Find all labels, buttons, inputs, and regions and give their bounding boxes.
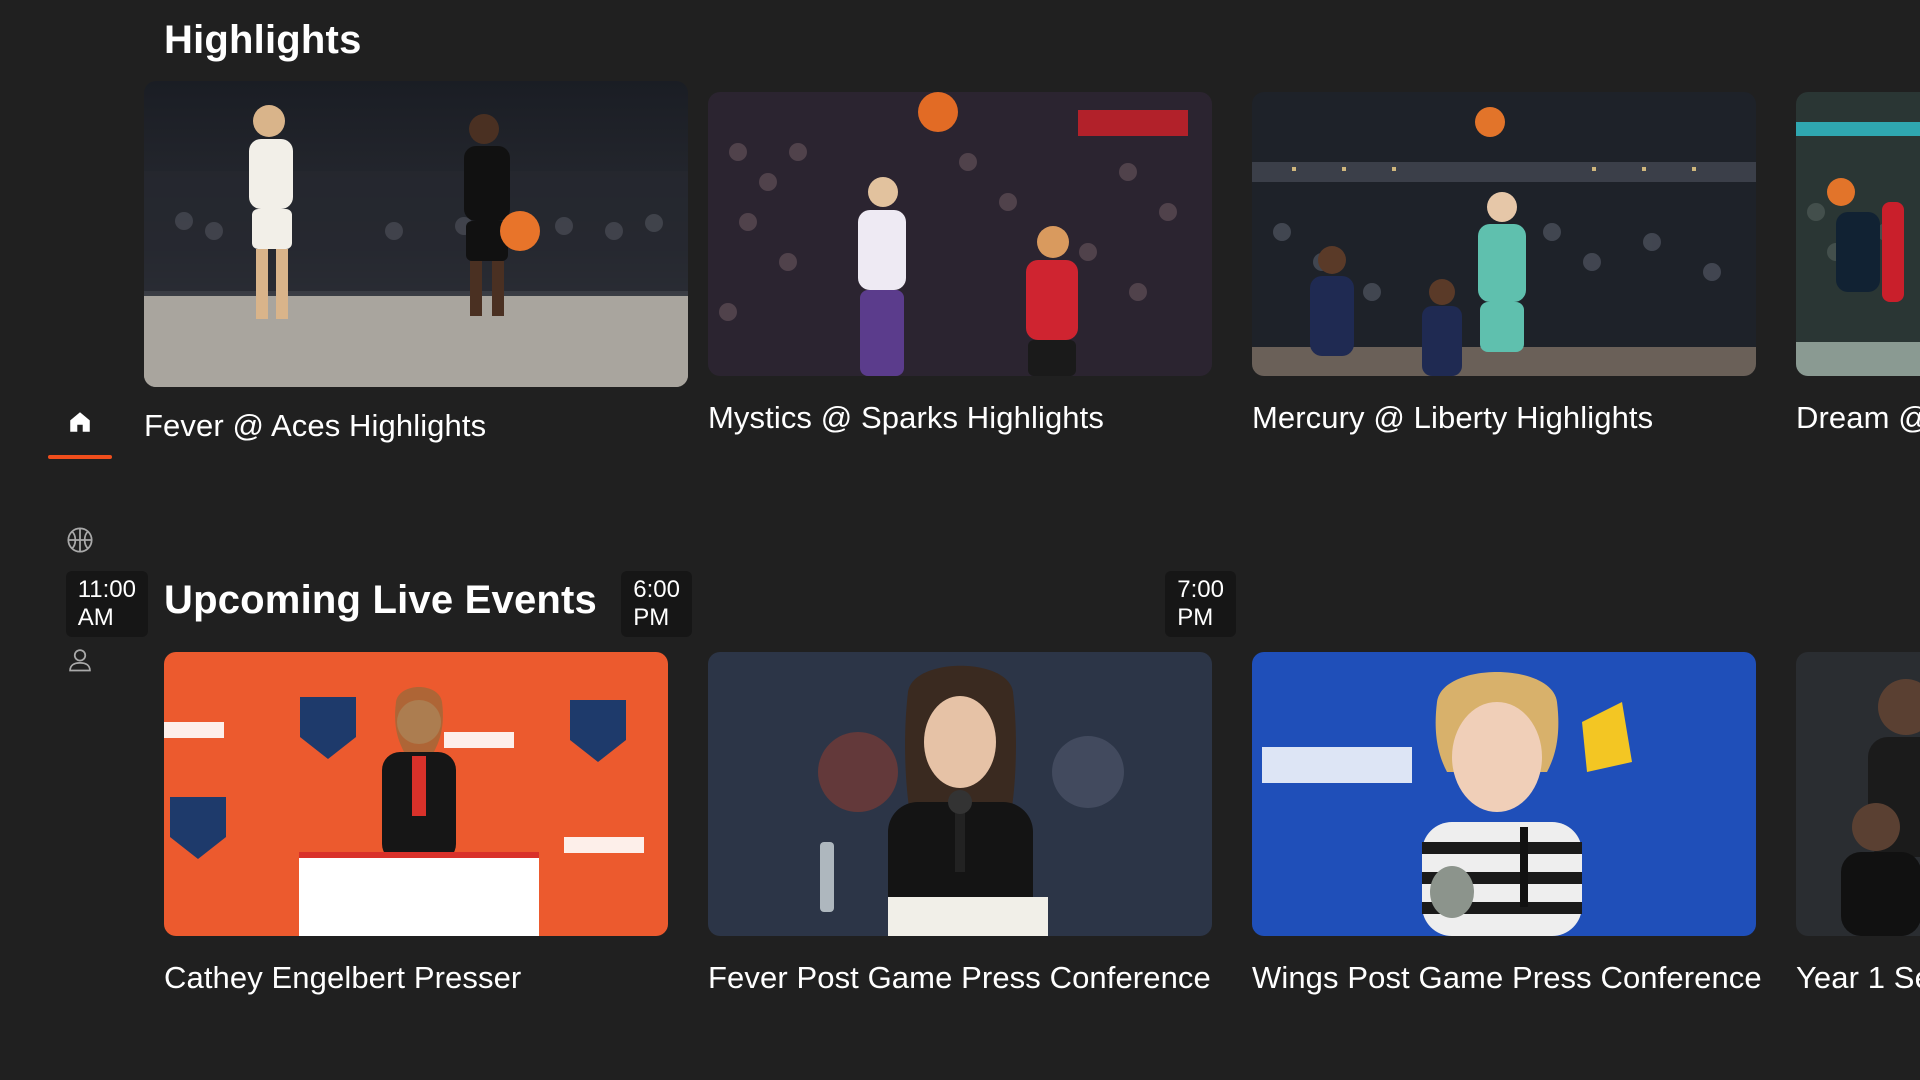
card-title: Year 1 Se	[1796, 960, 1920, 995]
event-thumbnail	[708, 652, 1212, 936]
card-title: Wings Post Game Press Conference	[1252, 960, 1762, 995]
card-title: Cathey Engelbert Presser	[164, 960, 522, 995]
event-thumbnail	[1796, 652, 1920, 936]
event-time-badge: 7:00 PM	[1165, 571, 1236, 637]
event-thumbnail	[1252, 652, 1756, 936]
event-time-badge: 6:00 PM	[621, 571, 692, 637]
card-title: Fever Post Game Press Conference	[708, 960, 1211, 995]
event-thumbnail	[164, 652, 668, 936]
app-root: Highlights Fever @ Aces Highlights Mysti…	[0, 0, 1920, 1080]
upcoming-row: 11:00 AM Cathey Engelbert Presser 6:00 P…	[0, 0, 1920, 1080]
event-time-badge: 11:00 AM	[65, 571, 148, 637]
